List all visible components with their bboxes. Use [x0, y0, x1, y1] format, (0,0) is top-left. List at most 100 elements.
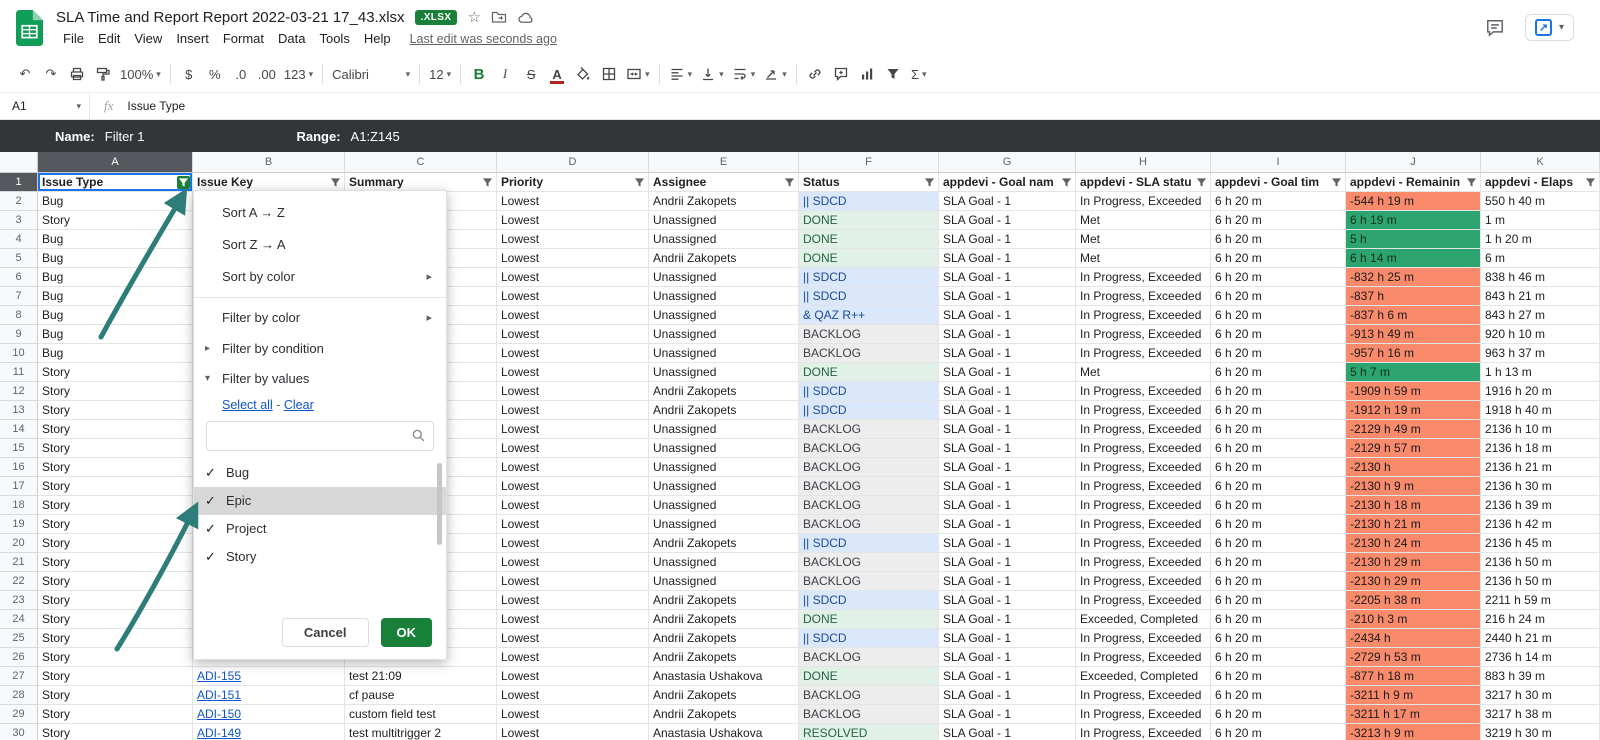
cell-G11[interactable]: SLA Goal - 1 — [939, 363, 1076, 382]
cell-D13[interactable]: Lowest — [497, 401, 649, 420]
cell-H8[interactable]: In Progress, Exceeded — [1076, 306, 1211, 325]
row-header-25[interactable]: 25 — [0, 629, 38, 648]
cell-G8[interactable]: SLA Goal - 1 — [939, 306, 1076, 325]
cell-A18[interactable]: Story — [38, 496, 193, 515]
insert-comment-icon[interactable] — [828, 61, 854, 87]
column-header-E[interactable]: E — [649, 152, 799, 173]
functions-menu[interactable]: Σ ▾ — [906, 61, 932, 87]
row-header-11[interactable]: 11 — [0, 363, 38, 382]
filter-funnel-icon-B[interactable] — [329, 176, 342, 189]
cell-E10[interactable]: Unassigned — [649, 344, 799, 363]
filter-by-color-item[interactable]: Filter by color ▸ — [194, 302, 446, 334]
filter-funnel-icon-E[interactable] — [783, 176, 796, 189]
cell-A27[interactable]: Story — [38, 667, 193, 686]
cell-E2[interactable]: Andrii Zakopets — [649, 192, 799, 211]
cell-D5[interactable]: Lowest — [497, 249, 649, 268]
cell-I2[interactable]: 6 h 20 m — [1211, 192, 1346, 211]
cell-D27[interactable]: Lowest — [497, 667, 649, 686]
sort-z-a-item[interactable]: Sort Z → A — [194, 229, 446, 261]
increase-decimal-icon[interactable]: .00 — [254, 61, 280, 87]
cell-F22[interactable]: BACKLOG — [799, 572, 939, 591]
filter-search-input[interactable] — [206, 421, 434, 451]
header-cell-H1[interactable]: appdevi - SLA statu — [1076, 173, 1211, 192]
row-header-23[interactable]: 23 — [0, 591, 38, 610]
cell-A13[interactable]: Story — [38, 401, 193, 420]
cell-J12[interactable]: -1909 h 59 m — [1346, 382, 1481, 401]
cell-I3[interactable]: 6 h 20 m — [1211, 211, 1346, 230]
header-cell-A1[interactable]: Issue Type — [38, 173, 193, 192]
cell-A20[interactable]: Story — [38, 534, 193, 553]
cell-F3[interactable]: DONE — [799, 211, 939, 230]
cell-F18[interactable]: BACKLOG — [799, 496, 939, 515]
cell-E29[interactable]: Andrii Zakopets — [649, 705, 799, 724]
cell-I16[interactable]: 6 h 20 m — [1211, 458, 1346, 477]
cell-K23[interactable]: 2211 h 59 m — [1481, 591, 1600, 610]
comments-icon[interactable] — [1485, 18, 1505, 38]
cell-J2[interactable]: -544 h 19 m — [1346, 192, 1481, 211]
cell-E12[interactable]: Andrii Zakopets — [649, 382, 799, 401]
cell-J23[interactable]: -2205 h 38 m — [1346, 591, 1481, 610]
cell-A25[interactable]: Story — [38, 629, 193, 648]
text-color-icon[interactable]: A — [544, 61, 570, 87]
text-rotation-icon[interactable]: ▾ — [759, 61, 791, 87]
cell-K25[interactable]: 2440 h 21 m — [1481, 629, 1600, 648]
cell-A12[interactable]: Story — [38, 382, 193, 401]
cell-K29[interactable]: 3217 h 38 m — [1481, 705, 1600, 724]
cell-G18[interactable]: SLA Goal - 1 — [939, 496, 1076, 515]
cell-H27[interactable]: Exceeded, Completed — [1076, 667, 1211, 686]
cell-J17[interactable]: -2130 h 9 m — [1346, 477, 1481, 496]
cell-I30[interactable]: 6 h 20 m — [1211, 724, 1346, 740]
cell-D28[interactable]: Lowest — [497, 686, 649, 705]
cell-K27[interactable]: 883 h 39 m — [1481, 667, 1600, 686]
document-title[interactable]: SLA Time and Report Report 2022-03-21 17… — [56, 9, 405, 26]
row-header-2[interactable]: 2 — [0, 192, 38, 211]
cell-H18[interactable]: In Progress, Exceeded — [1076, 496, 1211, 515]
italic-icon[interactable]: I — [492, 61, 518, 87]
cell-I23[interactable]: 6 h 20 m — [1211, 591, 1346, 610]
cell-D3[interactable]: Lowest — [497, 211, 649, 230]
filter-funnel-icon-J[interactable] — [1465, 176, 1478, 189]
cell-D11[interactable]: Lowest — [497, 363, 649, 382]
cell-G27[interactable]: SLA Goal - 1 — [939, 667, 1076, 686]
row-header-5[interactable]: 5 — [0, 249, 38, 268]
cell-K5[interactable]: 6 m — [1481, 249, 1600, 268]
cell-J19[interactable]: -2130 h 21 m — [1346, 515, 1481, 534]
cell-K3[interactable]: 1 m — [1481, 211, 1600, 230]
cell-K20[interactable]: 2136 h 45 m — [1481, 534, 1600, 553]
cell-E24[interactable]: Andrii Zakopets — [649, 610, 799, 629]
cell-D15[interactable]: Lowest — [497, 439, 649, 458]
paint-format-icon[interactable] — [90, 61, 116, 87]
cell-F6[interactable]: || SDCD — [799, 268, 939, 287]
cell-A23[interactable]: Story — [38, 591, 193, 610]
cell-F21[interactable]: BACKLOG — [799, 553, 939, 572]
cell-J27[interactable]: -877 h 18 m — [1346, 667, 1481, 686]
decrease-decimal-icon[interactable]: .0 — [228, 61, 254, 87]
column-header-C[interactable]: C — [345, 152, 497, 173]
insert-link-icon[interactable] — [802, 61, 828, 87]
cell-E20[interactable]: Andrii Zakopets — [649, 534, 799, 553]
cell-K6[interactable]: 838 h 46 m — [1481, 268, 1600, 287]
bold-icon[interactable]: B — [466, 61, 492, 87]
vertical-align-icon[interactable]: ▾ — [696, 61, 728, 87]
cell-G13[interactable]: SLA Goal - 1 — [939, 401, 1076, 420]
cell-I24[interactable]: 6 h 20 m — [1211, 610, 1346, 629]
cell-K4[interactable]: 1 h 20 m — [1481, 230, 1600, 249]
filter-name-value[interactable]: Filter 1 — [105, 129, 145, 144]
row-header-12[interactable]: 12 — [0, 382, 38, 401]
cell-D24[interactable]: Lowest — [497, 610, 649, 629]
cell-F2[interactable]: || SDCD — [799, 192, 939, 211]
cell-I21[interactable]: 6 h 20 m — [1211, 553, 1346, 572]
cancel-button[interactable]: Cancel — [282, 618, 369, 647]
filter-range-value[interactable]: A1:Z145 — [351, 129, 400, 144]
cell-A2[interactable]: Bug — [38, 192, 193, 211]
row-header-19[interactable]: 19 — [0, 515, 38, 534]
cell-E16[interactable]: Unassigned — [649, 458, 799, 477]
percent-format-icon[interactable]: % — [202, 61, 228, 87]
row-header-20[interactable]: 20 — [0, 534, 38, 553]
cell-J11[interactable]: 5 h 7 m — [1346, 363, 1481, 382]
cell-H6[interactable]: In Progress, Exceeded — [1076, 268, 1211, 287]
cell-E17[interactable]: Unassigned — [649, 477, 799, 496]
cell-D26[interactable]: Lowest — [497, 648, 649, 667]
cell-K19[interactable]: 2136 h 42 m — [1481, 515, 1600, 534]
cell-A14[interactable]: Story — [38, 420, 193, 439]
